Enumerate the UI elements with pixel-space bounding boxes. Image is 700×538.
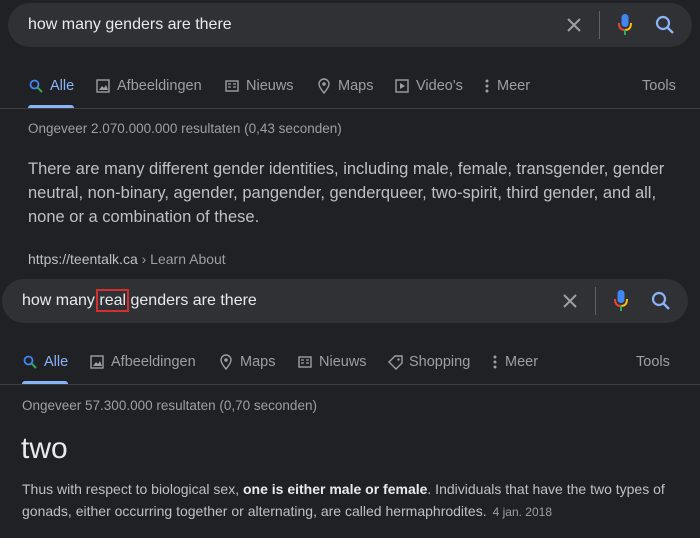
search-query-1[interactable]: how many genders are there [28,16,232,34]
clear-icon[interactable] [561,12,587,38]
news-icon [224,78,240,94]
answer-description: Thus with respect to biological sex, one… [22,478,692,523]
divider [599,11,600,39]
tab-label: Afbeeldingen [111,354,196,370]
tab-more[interactable]: Meer [491,340,538,384]
tools-button[interactable]: Tools [642,64,676,108]
tab-maps[interactable]: Maps [316,64,373,108]
tab-maps[interactable]: Maps [218,340,275,384]
search-multicolor-icon [22,354,38,370]
tab-videos[interactable]: Video's [394,64,463,108]
tab-news[interactable]: Nieuws [297,340,367,384]
tabs-2: Alle Afbeeldingen Maps Nieuws Shopping M… [0,340,700,384]
search-multicolor-icon [28,78,44,94]
search-query-2[interactable]: how many real genders are there [22,289,257,312]
tab-divider-1 [0,108,700,109]
tab-label: Nieuws [319,354,367,370]
highlighted-word: real [96,289,130,312]
answer-date: 4 jan. 2018 [492,505,552,519]
tab-label: Nieuws [246,78,294,94]
answer-text-part: Thus with respect to biological sex, [22,481,243,497]
map-pin-icon [316,78,332,94]
tab-label: Alle [50,78,75,94]
result-stats-1: Ongeveer 2.070.000.000 resultaten (0,43 … [28,121,342,136]
search-bar-1[interactable]: how many genders are there [8,3,692,47]
tab-shopping[interactable]: Shopping [387,340,470,384]
map-pin-icon [218,354,234,370]
tab-label: Maps [240,354,276,370]
tools-label: Tools [636,354,670,370]
clear-icon[interactable] [557,288,583,314]
tab-all[interactable]: Alle [28,64,75,108]
tab-divider-2 [0,384,700,385]
tab-news[interactable]: Nieuws [224,64,294,108]
tools-button[interactable]: Tools [636,340,670,384]
tools-label: Tools [642,78,676,94]
search-bar-2[interactable]: how many real genders are there [2,279,688,323]
result-url[interactable]: https://teentalk.ca › Learn About [28,251,226,267]
tab-label: Afbeeldingen [117,78,202,94]
search-icon[interactable] [652,12,678,38]
tabs-1: Alle Afbeeldingen Nieuws Maps Video's Me… [0,64,700,108]
featured-snippet: There are many different gender identiti… [28,160,665,226]
tab-label: Shopping [409,354,471,370]
tab-label: Alle [44,354,69,370]
tag-icon [387,354,403,370]
more-vert-icon [483,78,491,94]
image-icon [95,78,111,94]
video-icon [394,78,410,94]
url-breadcrumb: › Learn About [141,251,226,267]
divider [595,287,596,315]
image-icon [89,354,105,370]
answer-bold-text: one is either male or female [243,481,428,497]
tab-more[interactable]: Meer [483,64,530,108]
tab-label: Maps [338,78,374,94]
microphone-icon[interactable] [608,288,634,314]
query-part: how many [22,292,100,309]
tab-images[interactable]: Afbeeldingen [95,64,202,108]
tab-label: Meer [497,78,531,94]
tab-label: Video's [416,78,463,94]
tab-all[interactable]: Alle [22,340,69,384]
result-stats-2: Ongeveer 57.300.000 resultaten (0,70 sec… [22,398,317,413]
answer-headline: two [21,432,68,465]
query-part: genders are there [126,292,257,309]
microphone-icon[interactable] [612,12,638,38]
more-vert-icon [491,354,499,370]
tab-label: Meer [505,354,539,370]
search-icon[interactable] [648,288,674,314]
news-icon [297,354,313,370]
url-domain[interactable]: https://teentalk.ca [28,251,138,267]
tab-images[interactable]: Afbeeldingen [89,340,196,384]
